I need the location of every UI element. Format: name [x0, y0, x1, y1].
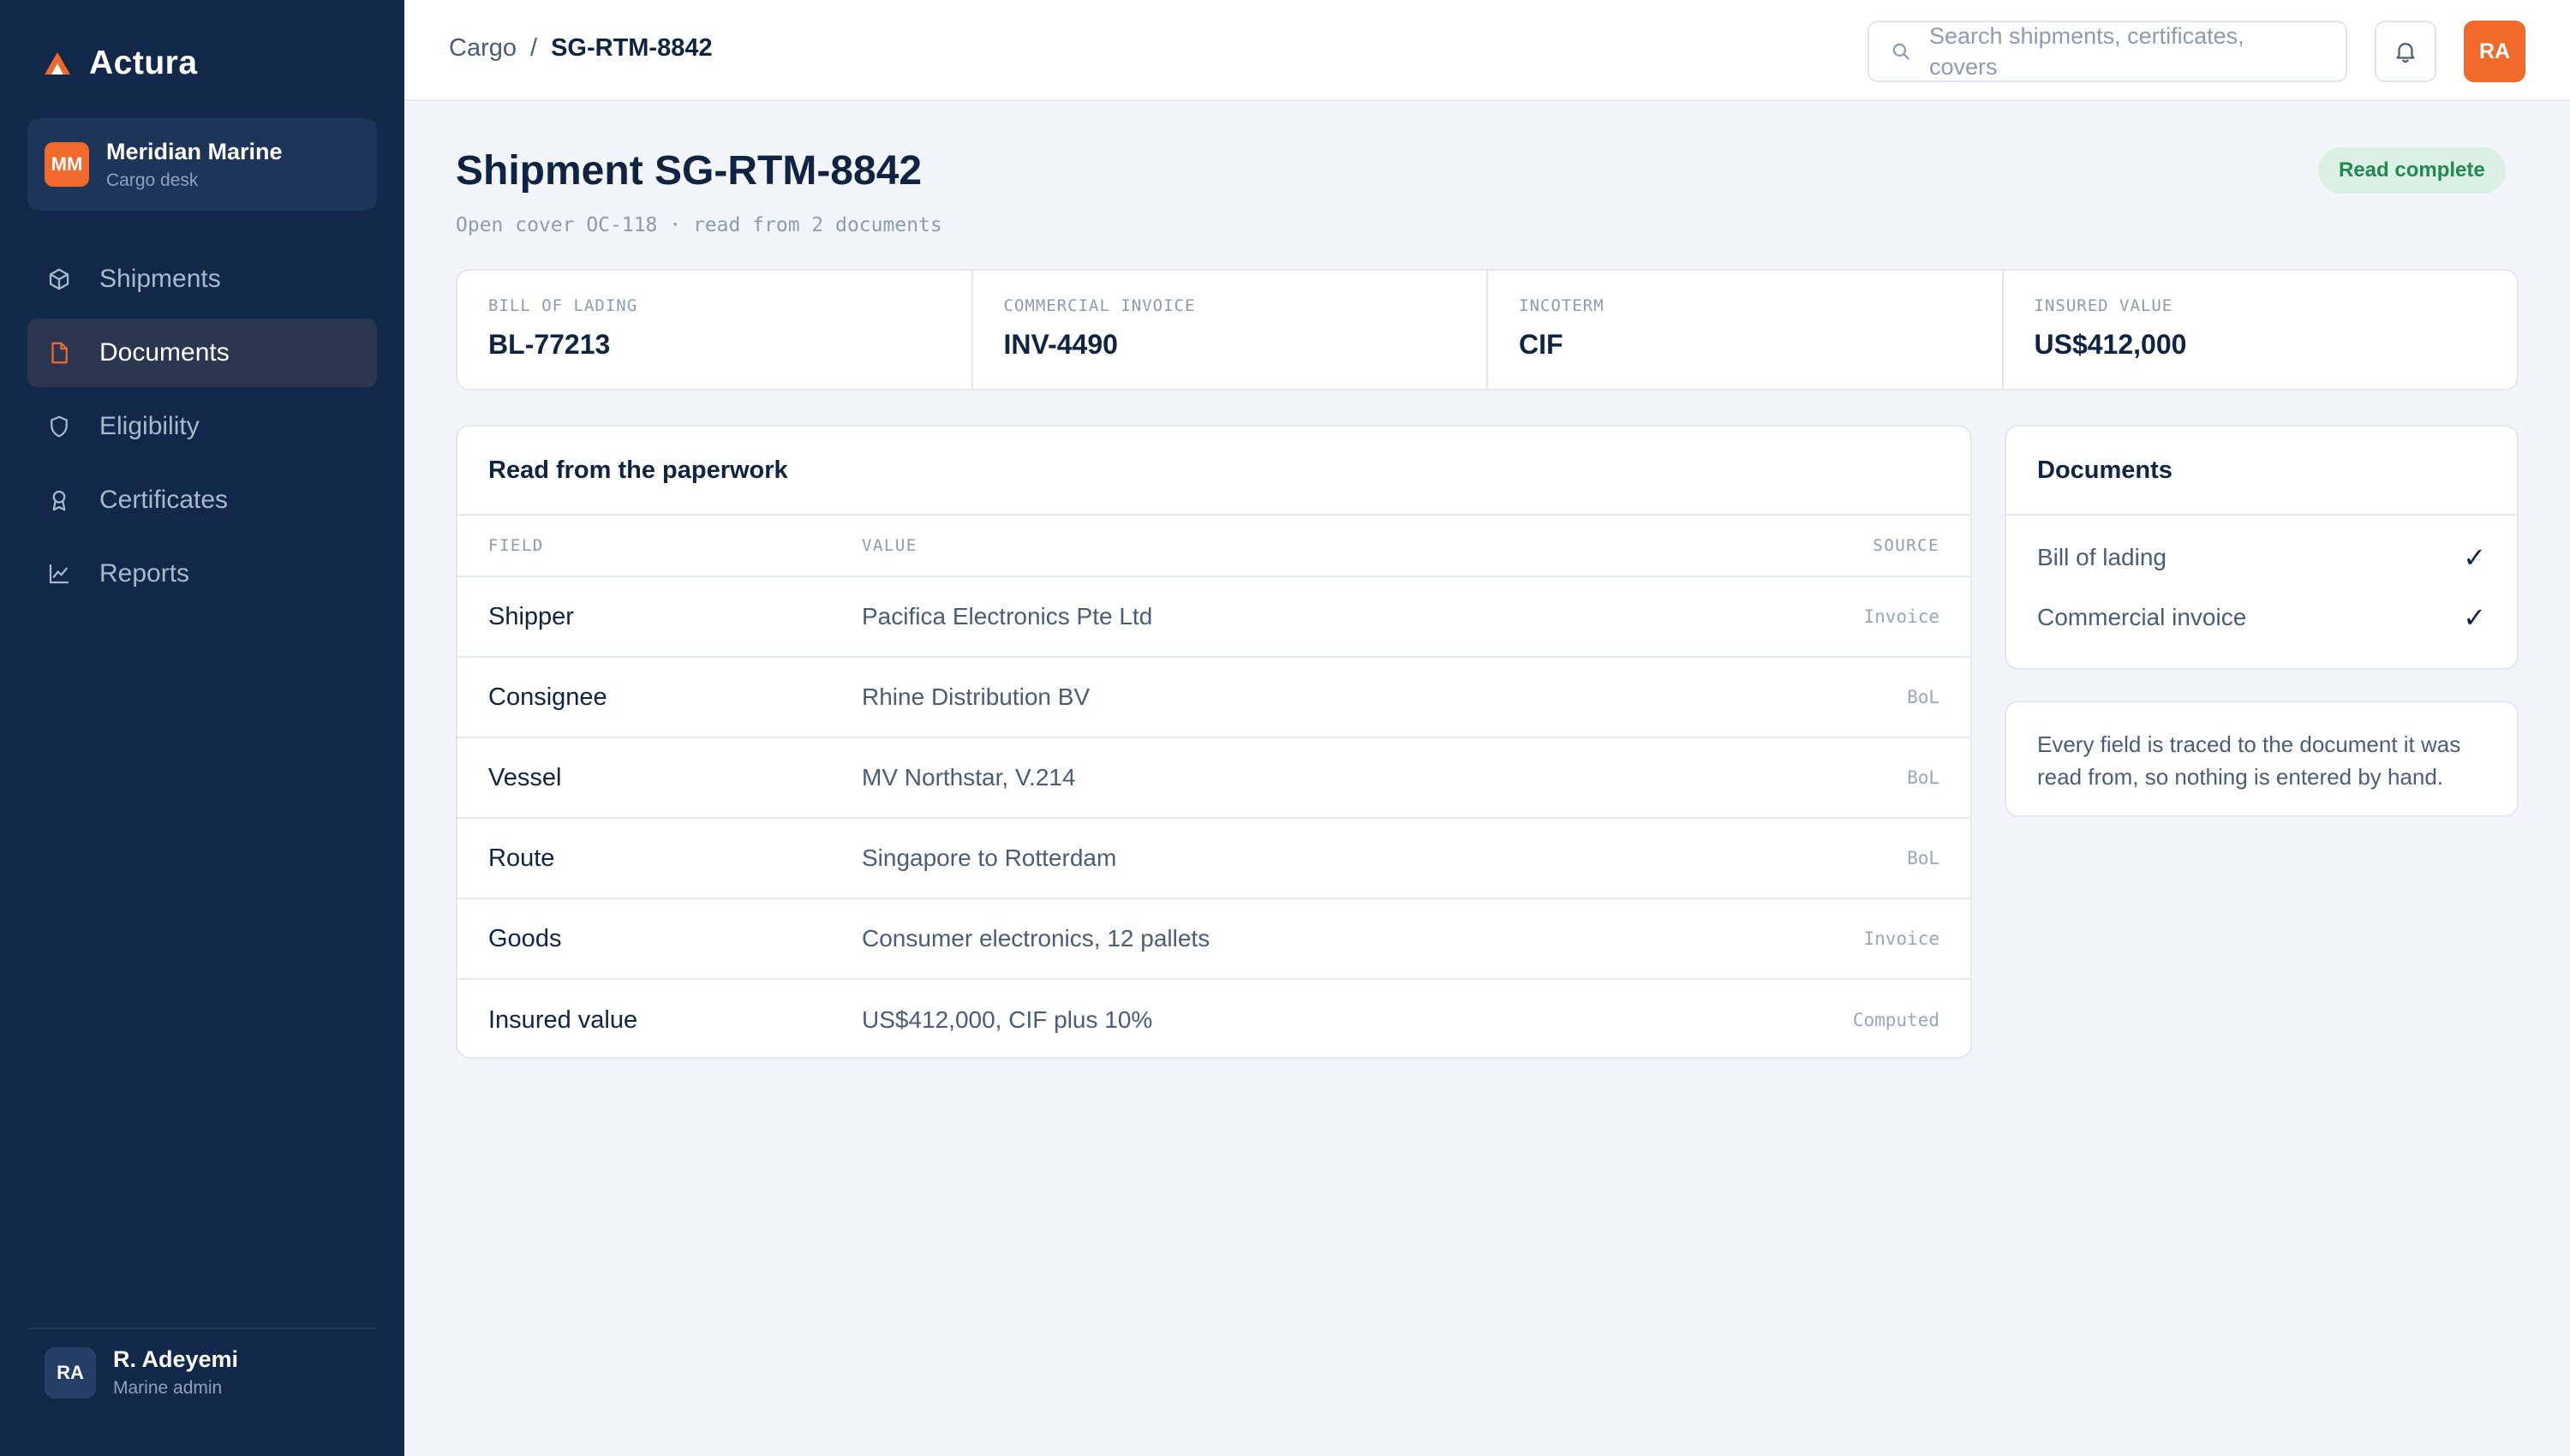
note-text: Every field is traced to the document it…: [2037, 731, 2461, 790]
topbar: Cargo / SG-RTM-8842 Search shipments, ce…: [404, 0, 2570, 101]
summary-strip: BILL OF LADING BL-77213 COMMERCIAL INVOI…: [456, 269, 2519, 391]
brand[interactable]: Actura: [43, 45, 198, 82]
sidebar-item-label: Shipments: [99, 265, 221, 293]
shield-icon: [46, 414, 72, 439]
field-name: Vessel: [488, 763, 562, 791]
sidebar-item-reports[interactable]: Reports: [27, 540, 377, 608]
table-row[interactable]: Consignee Rhine Distribution BV BoL: [457, 658, 1970, 738]
field-name: Route: [488, 844, 555, 872]
page-title: Shipment SG-RTM-8842: [456, 148, 923, 194]
check-icon: ✓: [2463, 542, 2486, 573]
chart-icon: [46, 561, 72, 587]
sidebar-item-label: Eligibility: [99, 412, 200, 440]
field-source: BoL: [1907, 848, 1939, 868]
column-header-value: VALUE: [862, 536, 917, 555]
sidebar-nav: Shipments Documents Eligibility Certific…: [27, 245, 377, 613]
breadcrumb-current: SG-RTM-8842: [551, 34, 713, 62]
summary-value: INV-4490: [1003, 329, 1118, 360]
sidebar-item-documents[interactable]: Documents: [27, 319, 377, 387]
summary-incoterm: INCOTERM CIF: [1488, 271, 2004, 389]
summary-bill-of-lading: BILL OF LADING BL-77213: [457, 271, 973, 389]
field-value: Consumer electronics, 12 pallets: [862, 925, 1210, 952]
table-header: FIELD VALUE SOURCE: [457, 516, 1970, 577]
search-icon: [1892, 43, 1910, 60]
summary-value: CIF: [1519, 329, 1563, 360]
sidebar: Actura MM Meridian Marine Cargo desk Shi…: [0, 0, 404, 1456]
field-value: US$412,000, CIF plus 10%: [862, 1006, 1153, 1033]
table-row[interactable]: Vessel MV Northstar, V.214 BoL: [457, 738, 1970, 819]
user-avatar-button[interactable]: RA: [2464, 21, 2525, 82]
summary-value: US$412,000: [2034, 329, 2187, 360]
org-name: Meridian Marine: [106, 138, 283, 164]
field-source: BoL: [1907, 687, 1939, 707]
user-profile[interactable]: RA R. Adeyemi Marine admin: [45, 1346, 238, 1399]
brand-logo-icon: [45, 52, 70, 75]
summary-insured-value: INSURED VALUE US$412,000: [2004, 271, 2518, 389]
sidebar-item-label: Certificates: [99, 486, 229, 514]
document-name: Bill of lading: [2037, 544, 2167, 570]
extracted-fields-card: Read from the paperwork FIELD VALUE SOUR…: [456, 425, 1972, 1059]
document-name: Commercial invoice: [2037, 604, 2247, 630]
award-icon: [46, 487, 72, 513]
sidebar-item-label: Reports: [99, 559, 190, 588]
sidebar-item-eligibility[interactable]: Eligibility: [27, 392, 377, 461]
table-row[interactable]: Shipper Pacifica Electronics Pte Ltd Inv…: [457, 577, 1970, 658]
brand-name: Actura: [89, 45, 198, 81]
table-row[interactable]: Insured value US$412,000, CIF plus 10% C…: [457, 980, 1970, 1057]
card-title: Documents: [2006, 427, 2517, 516]
status-badge: Read complete: [2318, 147, 2506, 194]
list-item[interactable]: Commercial invoice ✓: [2006, 588, 2517, 647]
search-input[interactable]: Search shipments, certificates, covers: [1868, 21, 2347, 82]
summary-commercial-invoice: COMMERCIAL INVOICE INV-4490: [973, 271, 1488, 389]
summary-value: BL-77213: [488, 329, 611, 360]
table-row[interactable]: Route Singapore to Rotterdam BoL: [457, 819, 1970, 899]
field-name: Goods: [488, 924, 562, 952]
notifications-button[interactable]: [2375, 21, 2436, 82]
field-name: Shipper: [488, 602, 574, 630]
field-value: Rhine Distribution BV: [862, 683, 1091, 710]
bell-icon: [2396, 43, 2415, 63]
card-title: Read from the paperwork: [457, 427, 1970, 516]
field-source: BoL: [1907, 767, 1939, 788]
breadcrumb-cargo-link[interactable]: Cargo: [449, 34, 517, 63]
search-placeholder: Search shipments, certificates, covers: [1929, 23, 2244, 80]
documents-list: Bill of lading ✓ Commercial invoice ✓: [2006, 516, 2517, 647]
documents-card: Documents Bill of lading ✓ Commercial in…: [2005, 425, 2519, 670]
summary-label: INCOTERM: [1519, 296, 1605, 315]
summary-label: COMMERCIAL INVOICE: [1003, 296, 1196, 315]
breadcrumb-separator: /: [530, 34, 538, 62]
avatar: RA: [45, 1346, 96, 1399]
field-name: Consignee: [488, 683, 607, 711]
sidebar-item-certificates[interactable]: Certificates: [27, 466, 377, 534]
org-subtitle: Cargo desk: [106, 170, 199, 190]
check-icon: ✓: [2463, 602, 2486, 633]
field-value: MV Northstar, V.214: [862, 764, 1076, 791]
org-avatar: MM: [45, 142, 89, 187]
sidebar-item-label: Documents: [99, 338, 230, 367]
page-subtitle: Open cover OC-118 · read from 2 document…: [456, 214, 942, 236]
field-value: Singapore to Rotterdam: [862, 844, 1117, 871]
column-header-source: SOURCE: [1873, 536, 1939, 555]
traceability-note: Every field is traced to the document it…: [2005, 701, 2519, 817]
user-name: R. Adeyemi: [113, 1346, 239, 1372]
summary-label: INSURED VALUE: [2034, 296, 2173, 315]
sidebar-item-shipments[interactable]: Shipments: [27, 245, 377, 313]
box-icon: [46, 266, 72, 292]
field-source: Invoice: [1863, 606, 1939, 627]
user-role: Marine admin: [113, 1378, 223, 1398]
summary-label: BILL OF LADING: [488, 296, 638, 315]
list-item[interactable]: Bill of lading ✓: [2006, 528, 2517, 588]
org-switcher[interactable]: MM Meridian Marine Cargo desk: [27, 118, 377, 211]
sidebar-divider: [27, 1328, 377, 1329]
field-source: Invoice: [1863, 928, 1939, 949]
column-header-field: FIELD: [488, 536, 544, 555]
table-row[interactable]: Goods Consumer electronics, 12 pallets I…: [457, 899, 1970, 980]
field-source: Computed: [1852, 1010, 1939, 1030]
field-value: Pacifica Electronics Pte Ltd: [862, 603, 1153, 630]
field-name: Insured value: [488, 1005, 638, 1034]
breadcrumb: Cargo / SG-RTM-8842: [449, 34, 713, 63]
document-icon: [46, 340, 72, 366]
